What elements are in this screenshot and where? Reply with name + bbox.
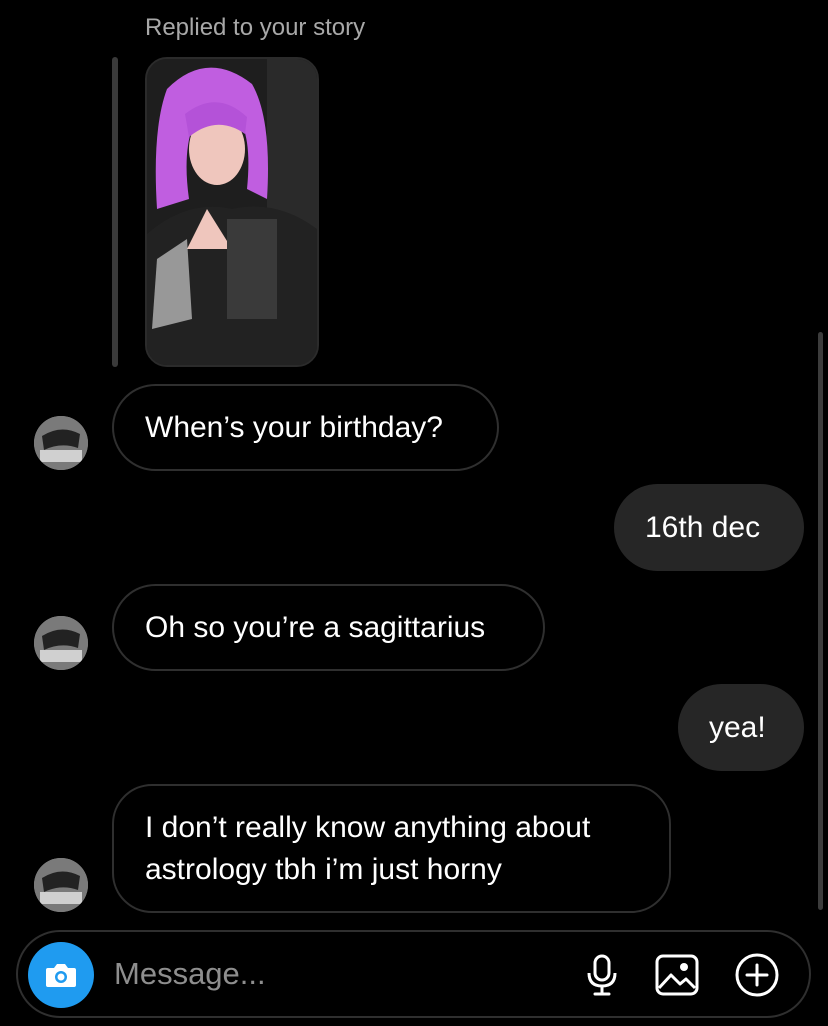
gallery-icon [655, 954, 699, 996]
add-icon [735, 953, 779, 997]
incoming-message-bubble: Oh so you’re a sagittarius [112, 584, 545, 671]
camera-icon [46, 964, 76, 987]
replied-to-story-label: Replied to your story [145, 14, 366, 41]
incoming-message-bubble: I don’t really know anything about astro… [112, 784, 671, 913]
microphone-icon [587, 954, 617, 996]
avatar[interactable] [34, 416, 88, 470]
incoming-message-bubble: When’s your birthday? [112, 384, 499, 471]
scrollbar[interactable] [818, 332, 823, 910]
reply-indicator-bar [112, 57, 118, 367]
microphone-button[interactable] [579, 952, 625, 998]
message-input[interactable]: Message... [114, 952, 266, 996]
outgoing-message-bubble: yea! [678, 684, 804, 771]
add-button[interactable] [734, 952, 780, 998]
avatar[interactable] [34, 858, 88, 912]
outgoing-message-bubble: 16th dec [614, 484, 804, 571]
camera-button[interactable] [28, 942, 94, 1008]
story-thumbnail[interactable] [145, 57, 319, 367]
avatar[interactable] [34, 616, 88, 670]
message-composer: Message... [16, 930, 811, 1018]
gallery-button[interactable] [654, 952, 700, 998]
